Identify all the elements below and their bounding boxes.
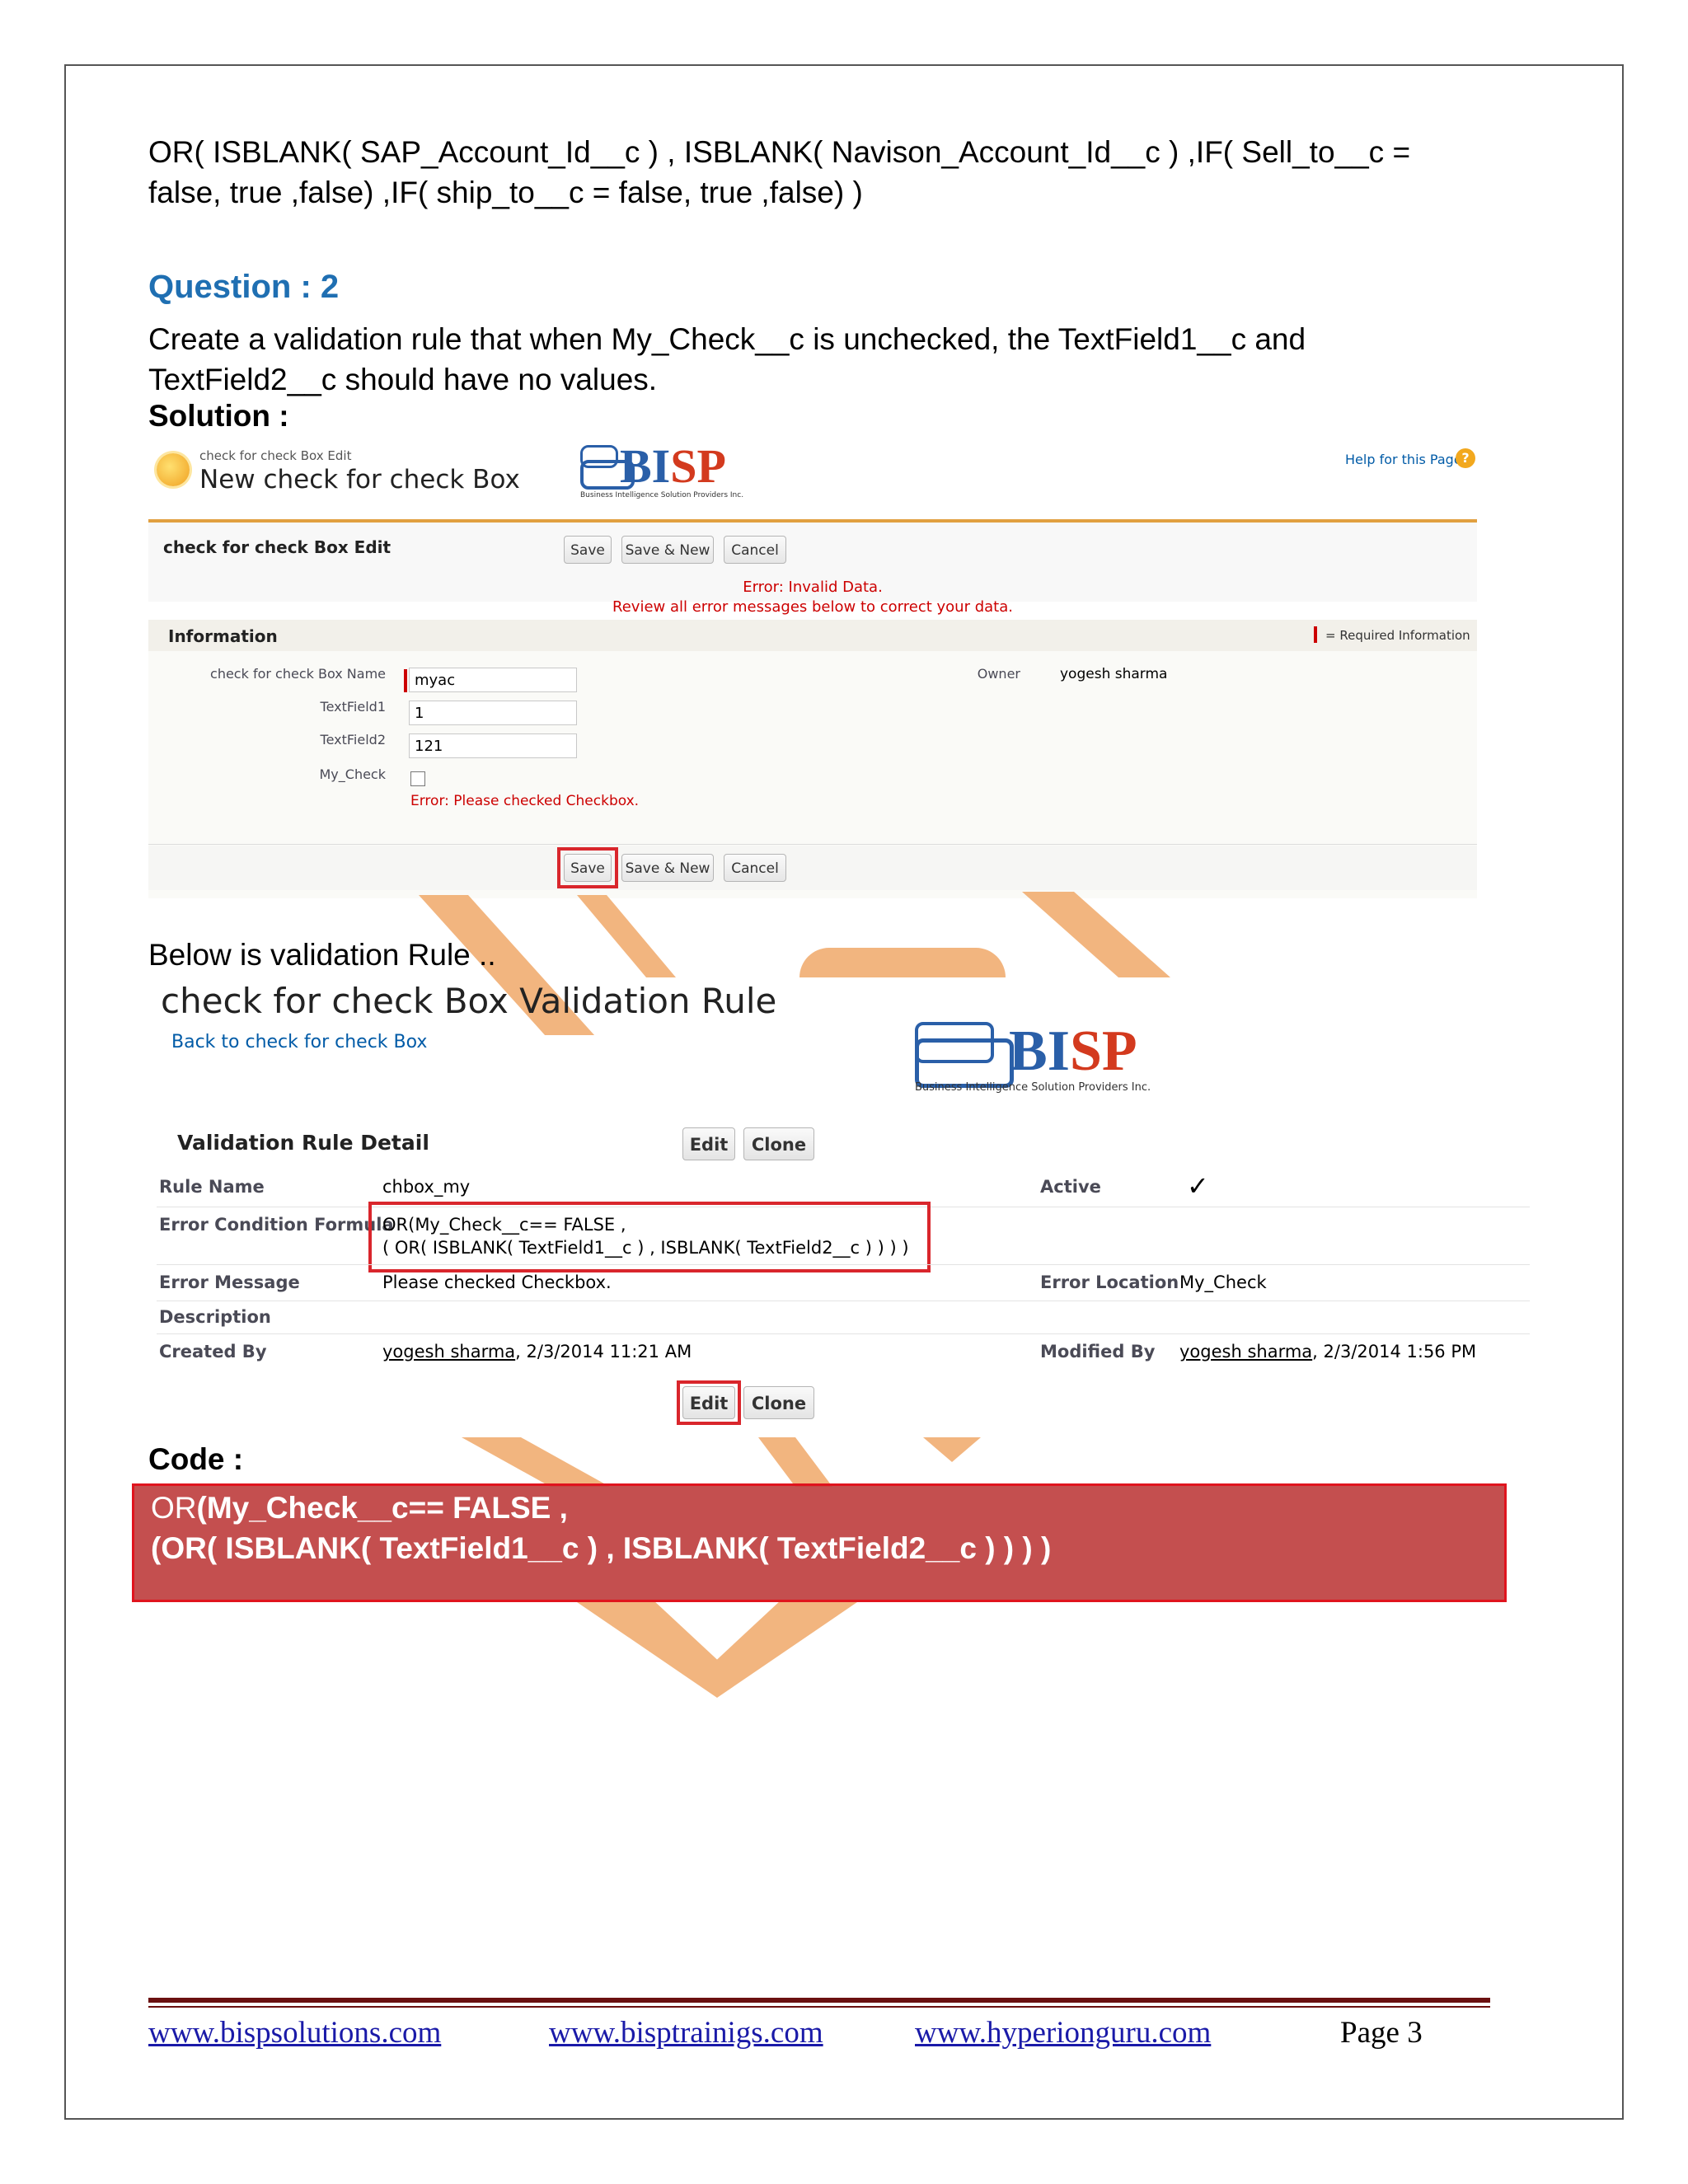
footer-rule [148, 1998, 1490, 2003]
description-label: Description [159, 1307, 271, 1327]
error-text: Review all error messages below to corre… [612, 598, 1013, 616]
help-link[interactable]: Help for this Page [1345, 452, 1462, 467]
save-highlight [557, 847, 618, 888]
code-line1-prefix: OR [151, 1491, 197, 1525]
code-line1: OR(My_Check__c== FALSE , [151, 1491, 568, 1526]
clone-button-bottom[interactable]: Clone [743, 1386, 814, 1419]
detail-title: check for check Box Validation Rule [161, 981, 777, 1021]
code-line2: (OR( ISBLANK( TextField1__c ) , ISBLANK(… [151, 1531, 1052, 1565]
footer-link-hyperionguru[interactable]: www.hyperionguru.com [915, 2015, 1211, 2050]
bisp-tagline-large: Business Intelligence Solution Providers… [915, 1081, 1151, 1094]
breadcrumb: check for check Box Edit [199, 448, 352, 463]
rule-name-label: Rule Name [159, 1177, 265, 1197]
checkbox-error: Error: Please checked Checkbox. [410, 793, 640, 809]
error-location-label: Error Location [1040, 1272, 1179, 1292]
required-marker [1314, 626, 1317, 643]
code-line1-rest: (My_Check__c== FALSE , [196, 1491, 568, 1525]
active-check-icon: ✓ [1187, 1170, 1209, 1202]
created-by-value: yogesh sharma, 2/3/2014 11:21 AM [382, 1342, 692, 1361]
error-location-value: My_Check [1179, 1272, 1267, 1292]
owner-label: Owner [977, 666, 1020, 682]
created-date: , 2/3/2014 11:21 AM [515, 1342, 692, 1361]
edit-screen: check for check Box Edit New check for c… [148, 437, 1482, 898]
watermark-shape [799, 948, 1006, 977]
modified-by-user-link[interactable]: yogesh sharma [1179, 1342, 1312, 1361]
question-text-line2: TextField2__c should have no values. [148, 363, 658, 396]
save-button-top[interactable]: Save [564, 536, 612, 564]
textfield2-input[interactable]: 121 [409, 733, 577, 758]
modified-by-label: Modified By [1040, 1342, 1156, 1361]
footer-rule-thin [148, 2006, 1490, 2008]
active-label: Active [1040, 1177, 1101, 1197]
modified-date: , 2/3/2014 1:56 PM [1312, 1342, 1477, 1361]
my-check-checkbox[interactable] [410, 771, 425, 786]
page-label: Page [1340, 2016, 1408, 2050]
detail-section-title: Validation Rule Detail [177, 1131, 429, 1155]
required-info: = Required Information [1325, 628, 1470, 643]
formula-label: Error Condition Formula [159, 1215, 394, 1235]
textfield2-label: TextField2 [320, 732, 386, 748]
error-message-label: Error Message [159, 1272, 300, 1292]
cancel-button-bottom[interactable]: Cancel [724, 854, 786, 882]
created-by-user-link[interactable]: yogesh sharma [382, 1342, 515, 1361]
intro-formula-line1: OR( ISBLANK( SAP_Account_Id__c ) , ISBLA… [148, 135, 1411, 169]
formula-highlight [368, 1202, 931, 1272]
created-by-label: Created By [159, 1342, 267, 1361]
textfield1-label: TextField1 [320, 699, 386, 715]
edit-button-top[interactable]: Edit [682, 1127, 735, 1160]
error-title: Error: Invalid Data. [743, 579, 883, 596]
required-bar [404, 669, 407, 692]
owner-value[interactable]: yogesh sharma [1060, 666, 1167, 682]
code-label: Code : [148, 1442, 244, 1476]
name-label: check for check Box Name [210, 666, 386, 682]
below-text: Below is validation Rule .. [148, 938, 496, 972]
page-number-value: 3 [1407, 2016, 1423, 2050]
bisp-tagline: Business Intelligence Solution Providers… [580, 491, 744, 499]
page-number: Page 3 [1340, 2015, 1423, 2050]
footer-link-bispsolutions[interactable]: www.bispsolutions.com [148, 2015, 441, 2050]
solution-label: Solution : [148, 399, 289, 433]
section-title: check for check Box Edit [163, 537, 392, 557]
error-message-value: Please checked Checkbox. [382, 1272, 612, 1292]
info-header [148, 620, 1477, 651]
name-input[interactable]: myac [409, 668, 577, 692]
textfield1-input[interactable]: 1 [409, 701, 577, 725]
question-text-line1: Create a validation rule that when My_Ch… [148, 322, 1306, 356]
edit-highlight [677, 1380, 741, 1425]
info-header-title: Information [168, 626, 278, 646]
page-title: New check for check Box [199, 465, 520, 494]
sun-icon [157, 453, 190, 486]
save-new-button-bottom[interactable]: Save & New [621, 854, 714, 882]
clone-button-top[interactable]: Clone [743, 1127, 814, 1160]
footer-link-bisptrainigs[interactable]: www.bisptrainigs.com [549, 2015, 823, 2050]
edit-footer [148, 846, 1477, 890]
save-new-button-top[interactable]: Save & New [621, 536, 714, 564]
intro-formula-line2: false, true ,false) ,IF( ship_to__c = fa… [148, 176, 863, 209]
code-box: OR(My_Check__c== FALSE , (OR( ISBLANK( T… [132, 1483, 1507, 1602]
modified-by-value: yogesh sharma, 2/3/2014 1:56 PM [1179, 1342, 1476, 1361]
rule-name-value: chbox_my [382, 1177, 471, 1197]
question-title: Question : 2 [148, 269, 340, 305]
help-icon[interactable]: ? [1456, 448, 1475, 468]
back-link[interactable]: Back to check for check Box [171, 1032, 427, 1052]
my-check-label: My_Check [319, 766, 387, 782]
cancel-button-top[interactable]: Cancel [724, 536, 786, 564]
